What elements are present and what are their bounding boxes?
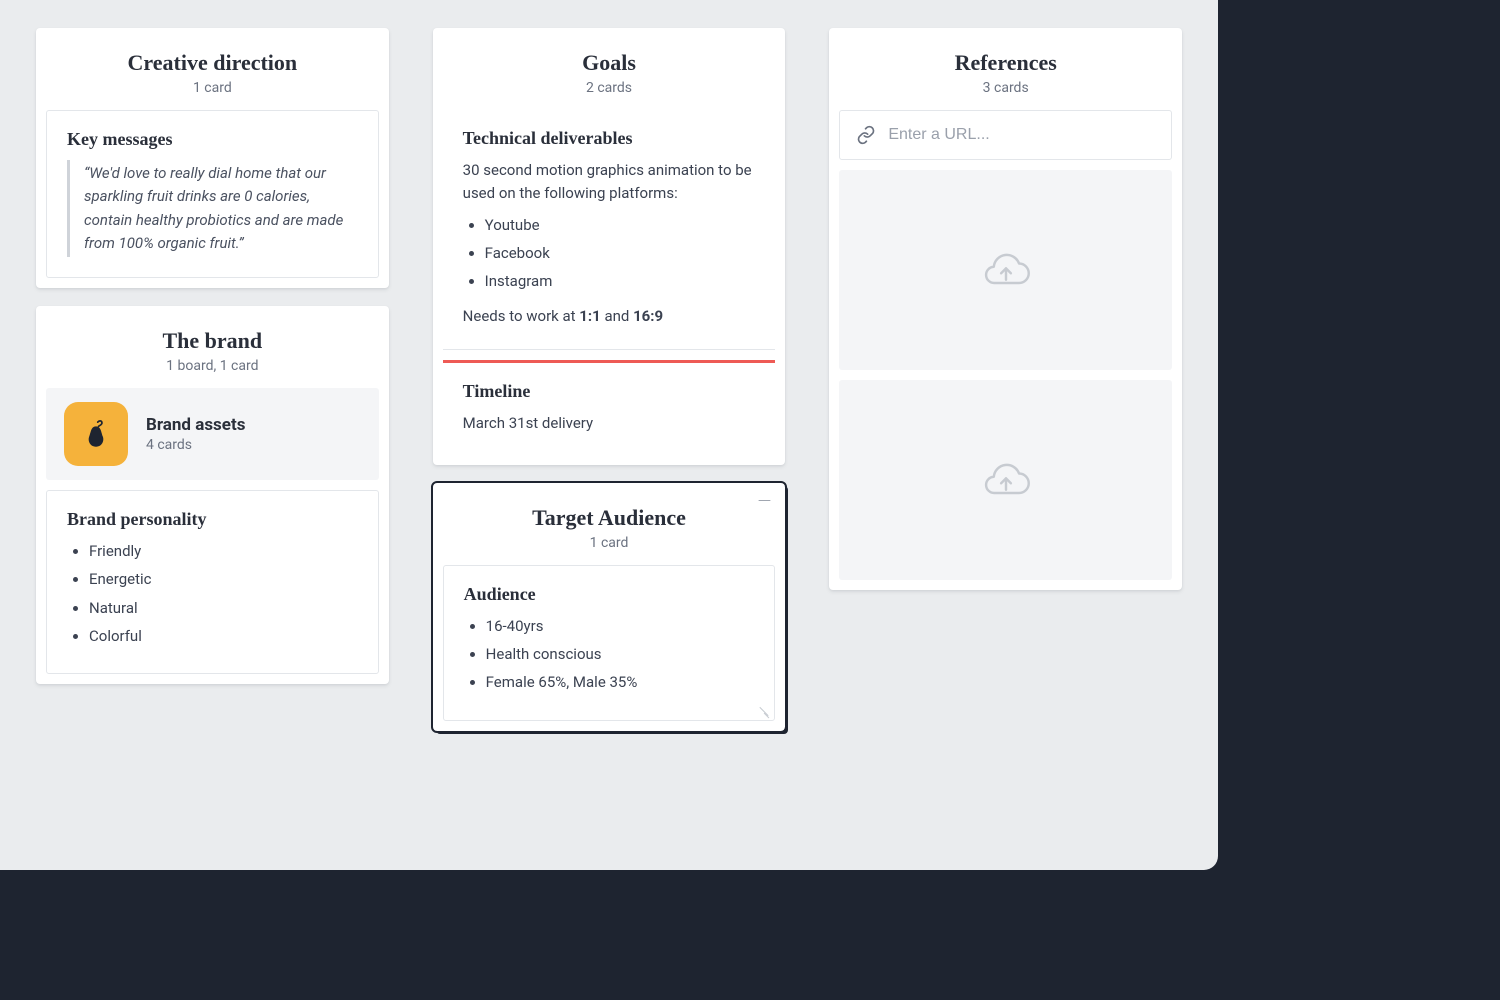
list-item: Female 65%, Male 35% [486,671,755,694]
list-item: Youtube [485,214,756,237]
reference-dropzone[interactable] [839,380,1172,580]
card-audience[interactable]: Audience 16-40yrs Health conscious Femal… [443,565,776,721]
panel-creative-direction[interactable]: Creative direction 1 card Key messages “… [36,28,389,288]
tech-lead: 30 second motion graphics animation to b… [463,159,756,206]
cloud-upload-icon [980,248,1032,292]
col-goals-audience: Goals 2 cards Technical deliverables 30 … [433,28,786,731]
card-technical-deliverables[interactable]: Technical deliverables 30 second motion … [443,110,776,350]
panel-subtitle: 2 cards [451,80,768,96]
panel-subtitle: 1 board, 1 card [54,358,371,374]
list-item: Health conscious [486,643,755,666]
link-icon [856,125,876,145]
list-item: Colorful [89,625,358,648]
panel-the-brand[interactable]: The brand 1 board, 1 card Brand assets 4… [36,306,389,684]
personality-list: Friendly Energetic Natural Colorful [67,540,358,648]
reference-dropzone[interactable] [839,170,1172,370]
card-title: Audience [464,584,755,605]
panel-subtitle: 1 card [451,535,768,551]
resize-handle-icon[interactable] [756,702,770,716]
ratio-line: Needs to work at 1:1 and 16:9 [463,305,756,328]
card-title: Technical deliverables [463,128,756,149]
col-creative-brand: Creative direction 1 card Key messages “… [36,28,389,684]
platforms-list: Youtube Facebook Instagram [463,214,756,294]
card-brand-personality[interactable]: Brand personality Friendly Energetic Nat… [46,490,379,674]
card-title: Timeline [463,381,756,402]
panel-target-audience[interactable]: — Target Audience 1 card Audience 16-40y… [433,483,786,731]
panel-subtitle: 1 card [54,80,371,96]
list-item: Natural [89,597,358,620]
panel-title: Goals [451,50,768,76]
card-timeline[interactable]: Timeline March 31st delivery [443,360,776,455]
reference-url-field[interactable] [888,126,1155,144]
panel-title: References [847,50,1164,76]
card-title: Brand personality [67,509,358,530]
list-item: Instagram [485,270,756,293]
audience-list: 16-40yrs Health conscious Female 65%, Ma… [464,615,755,695]
key-messages-quote: “We'd love to really dial home that our … [67,160,358,257]
cloud-upload-icon [980,458,1032,502]
panel-title: The brand [54,328,371,354]
pear-icon [64,402,128,466]
list-item: Energetic [89,568,358,591]
card-title: Key messages [67,129,358,150]
board-sub: 4 cards [146,437,245,453]
panel-references[interactable]: References 3 cards [829,28,1182,590]
list-item: Friendly [89,540,358,563]
panel-title: Creative direction [54,50,371,76]
card-key-messages[interactable]: Key messages “We'd love to really dial h… [46,110,379,278]
board-brand-assets[interactable]: Brand assets 4 cards [46,388,379,480]
board-name: Brand assets [146,415,245,435]
reference-url-input[interactable] [839,110,1172,160]
panel-title: Target Audience [451,505,768,531]
brief-canvas: Creative direction 1 card Key messages “… [0,0,1218,870]
list-item: Facebook [485,242,756,265]
panel-goals[interactable]: Goals 2 cards Technical deliverables 30 … [433,28,786,465]
panel-subtitle: 3 cards [847,80,1164,96]
timeline-text: March 31st delivery [463,412,756,435]
list-item: 16-40yrs [486,615,755,638]
col-references: References 3 cards [829,28,1182,590]
collapse-icon[interactable]: — [757,493,771,511]
